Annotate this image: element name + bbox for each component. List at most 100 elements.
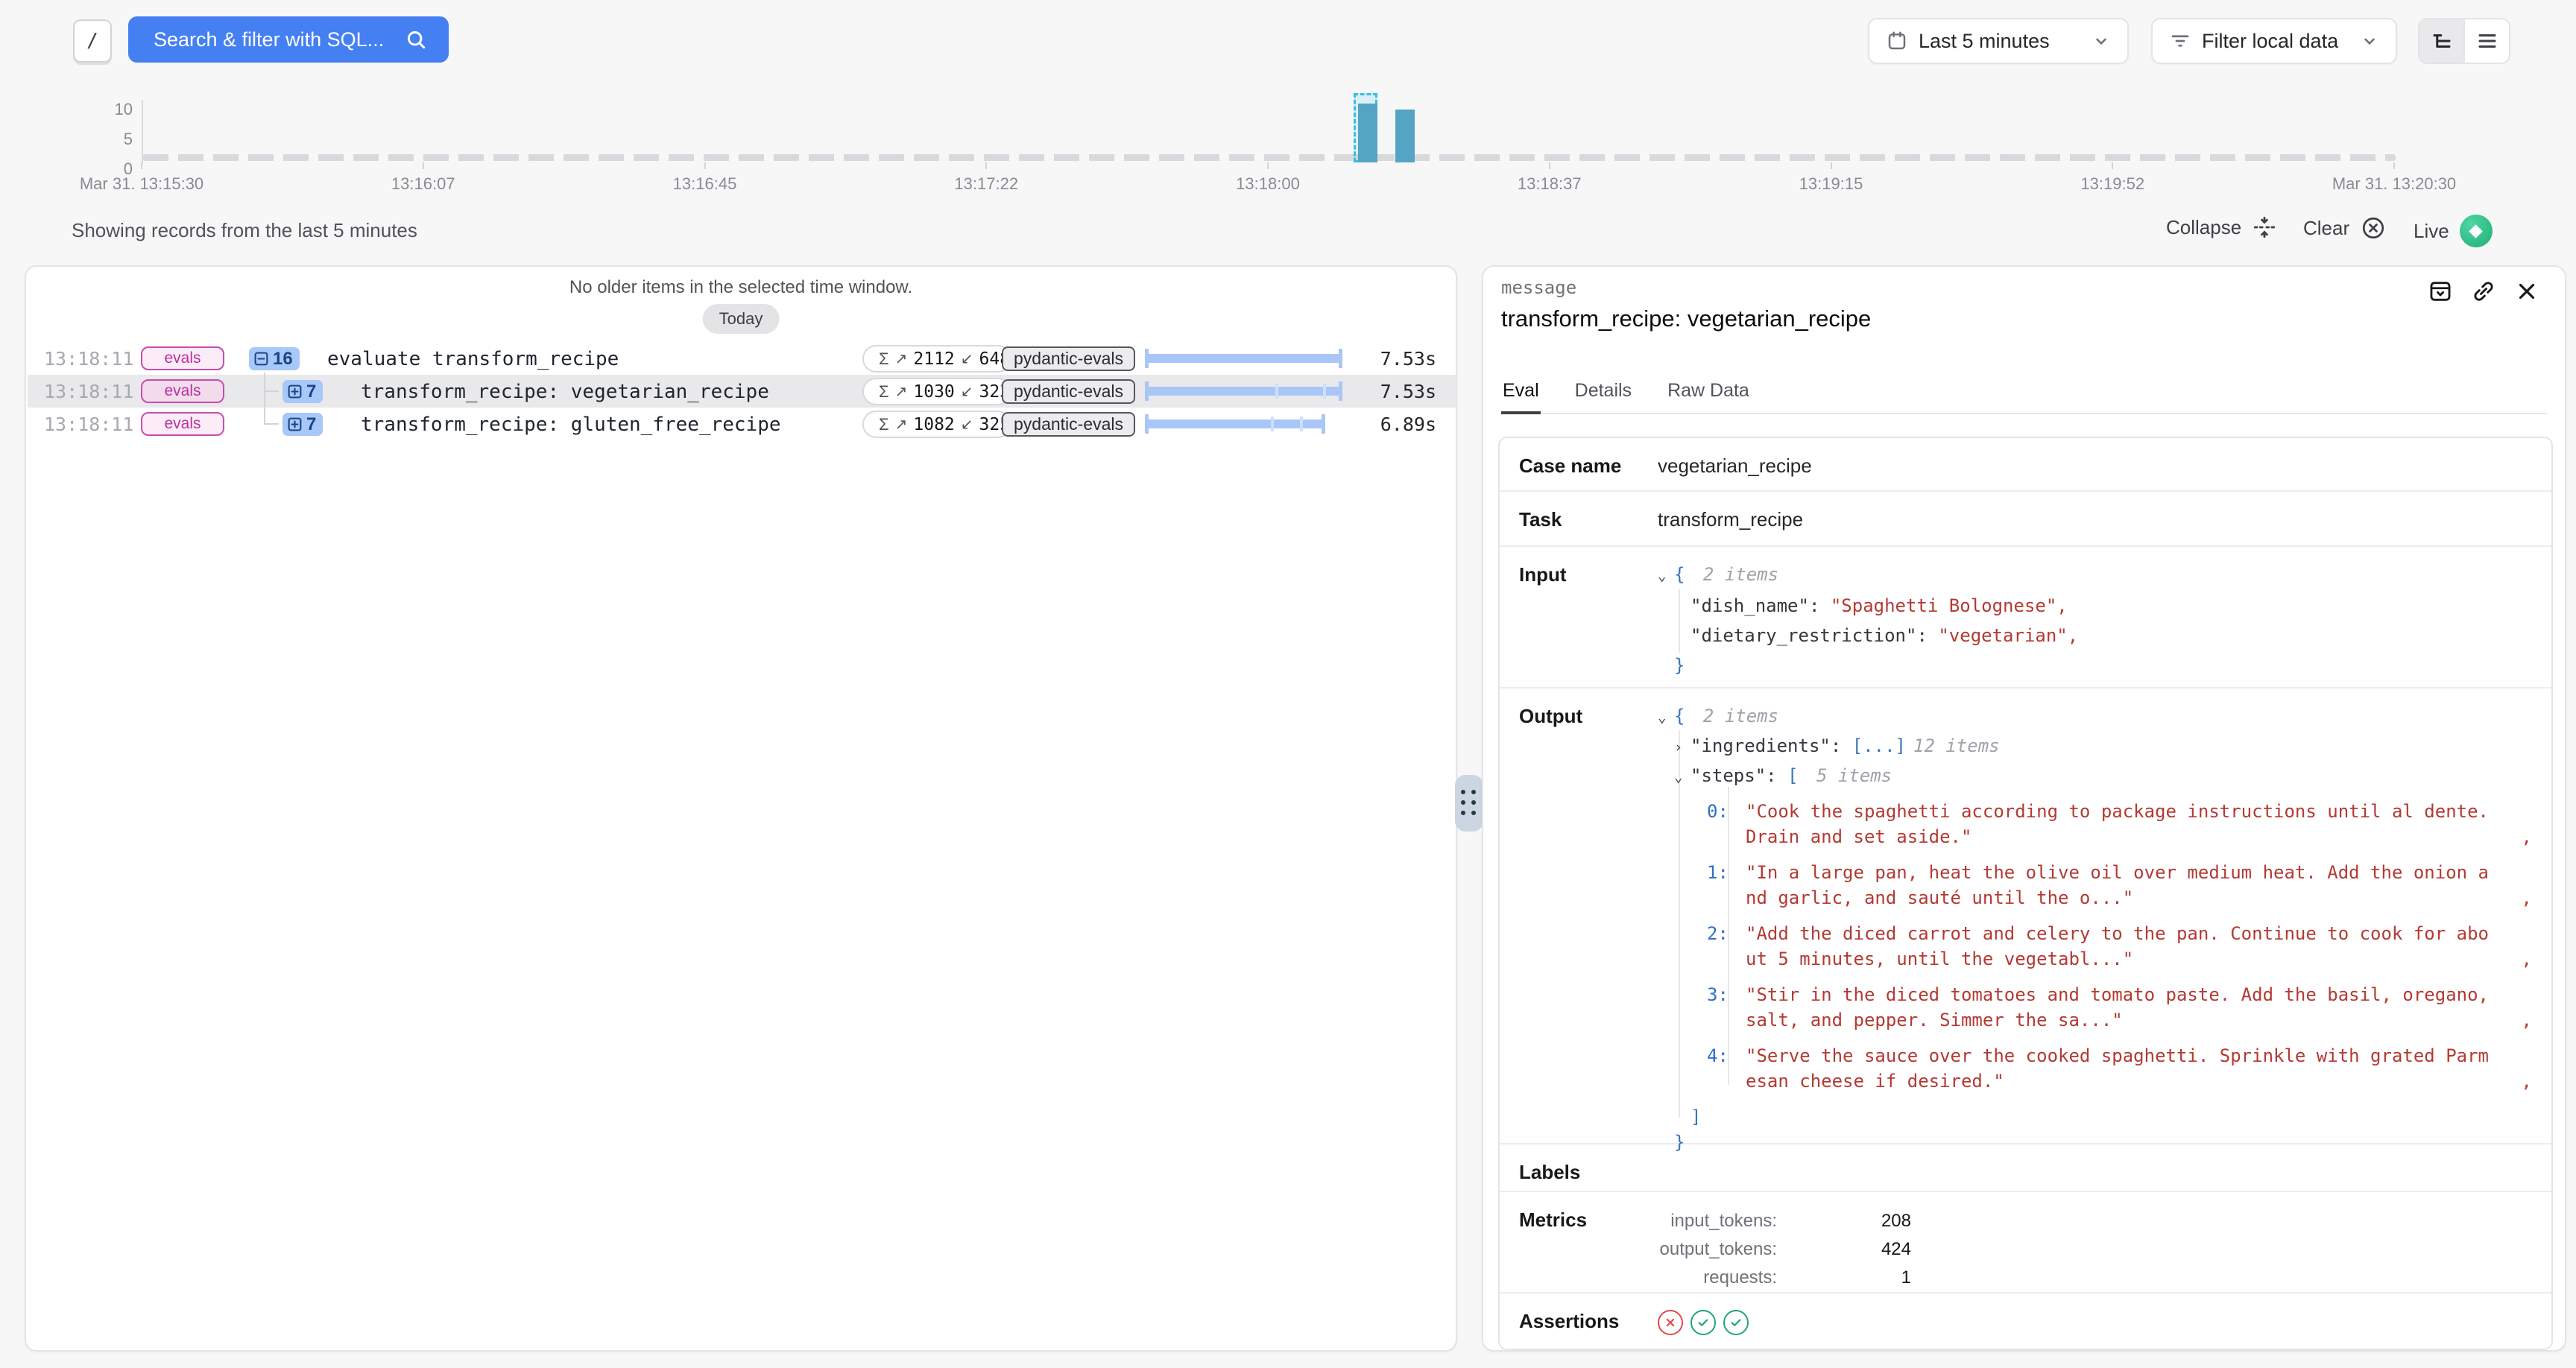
tree-view-button[interactable]	[2419, 19, 2463, 63]
span-count-badge[interactable]: 7	[282, 413, 323, 436]
output-label: Output	[1519, 703, 1658, 1128]
span-count: 7	[306, 381, 316, 402]
expand-square-icon	[287, 384, 303, 399]
records-histogram[interactable]: 1050 Mar 31. 13:15:3013:16:0713:16:4513:…	[0, 80, 2576, 200]
case-name-value: vegetarian_recipe	[1658, 453, 1812, 475]
evals-tag[interactable]: evals	[141, 379, 224, 403]
duration-bar-start-cap	[1145, 349, 1149, 368]
metric-value: 1	[1777, 1264, 1911, 1292]
x-tick-mark	[1831, 162, 1832, 169]
x-tick-mark	[2393, 162, 2395, 169]
step-item: 1:"In a large pan, heat the olive oil ov…	[1707, 860, 2532, 911]
list-view-button[interactable]	[2463, 19, 2509, 63]
detail-header-actions	[2428, 279, 2539, 304]
chevron-down-icon[interactable]: ⌄	[1658, 563, 1674, 589]
copy-link-icon[interactable]	[2471, 279, 2496, 304]
json-array-row: ⌄"steps": [ 5 items	[1674, 763, 2532, 790]
duration-bar-end-cap	[1339, 349, 1342, 368]
output-tokens-arrow-icon: ↙	[961, 382, 973, 401]
chevron-down-icon[interactable]: ⌄	[1674, 764, 1690, 790]
collapse-button[interactable]: Collapse	[2166, 215, 2277, 240]
close-icon[interactable]	[2514, 279, 2539, 304]
array-index: 0:	[1707, 799, 1746, 849]
filter-local-data-dropdown[interactable]: Filter local data	[2151, 18, 2397, 64]
sigma-icon: Σ	[879, 382, 889, 402]
trailing-comma: ,	[2522, 946, 2532, 972]
metric-line: input_tokens:208	[1658, 1207, 1911, 1235]
token-usage-pill[interactable]: Σ↗1030↙323	[862, 378, 1011, 405]
duration-bar-tick	[1275, 384, 1278, 399]
tab-eval[interactable]: Eval	[1501, 374, 1541, 414]
json-collapsed-array-row: ›"ingredients": [...]12 items	[1674, 733, 2532, 760]
dock-panel-icon[interactable]	[2428, 279, 2453, 304]
metrics-list: input_tokens:208output_tokens:424request…	[1658, 1207, 1911, 1277]
output-tokens-arrow-icon: ↙	[961, 349, 973, 368]
trailing-comma: ,	[2068, 625, 2078, 646]
tab-details[interactable]: Details	[1573, 374, 1633, 413]
trailing-comma: ,	[2522, 824, 2532, 849]
trailing-comma: ,	[2522, 885, 2532, 911]
live-toggle[interactable]: Live	[2414, 215, 2493, 247]
package-tag[interactable]: pydantic-evals	[1002, 379, 1135, 404]
x-tick-label: 13:18:37	[1518, 174, 1582, 194]
duration-bar[interactable]	[1145, 381, 1342, 401]
trace-row[interactable]: 13:18:11evals16evaluate transform_recipe…	[28, 342, 1456, 375]
span-count-badge[interactable]: 16	[249, 347, 300, 370]
step-item: 4:"Serve the sauce over the cooked spagh…	[1707, 1043, 2532, 1094]
evals-tag[interactable]: evals	[141, 412, 224, 436]
time-range-label: Last 5 minutes	[1919, 30, 2050, 53]
json-open-brace: {	[1674, 706, 1685, 726]
span-count: 16	[273, 349, 293, 370]
x-tick-label: Mar 31. 13:15:30	[80, 174, 203, 194]
metrics-row: Metrics input_tokens:208output_tokens:42…	[1500, 1192, 2551, 1293]
panel-resize-handle[interactable]	[1455, 775, 1483, 832]
histogram-bar[interactable]	[1358, 104, 1377, 162]
records-toolbar: Showing records from the last 5 minutes …	[0, 210, 2576, 252]
top-bar: / Search & filter with SQL... Last 5 min…	[0, 0, 2576, 82]
json-items-meta: 2 items	[1692, 564, 1778, 585]
span-count-badge[interactable]: 7	[282, 380, 323, 403]
json-open-brace: {	[1674, 564, 1685, 585]
json-close-bracket: ]	[1690, 1106, 1701, 1127]
trace-list-panel: No older items in the selected time wind…	[25, 265, 1457, 1352]
output-json-viewer: ⌄{ 2 items›"ingredients": [...]12 items⌄…	[1658, 703, 2532, 1128]
json-line: ⌄{ 2 items	[1658, 562, 2532, 589]
search-placeholder: Search & filter with SQL...	[154, 28, 384, 51]
baseline-dashes	[143, 154, 2396, 161]
trace-row[interactable]: 13:18:11evals7transform_recipe: vegetari…	[28, 375, 1456, 408]
assertion-fail-icon	[1658, 1310, 1683, 1335]
token-usage-pill[interactable]: Σ↗1082↙325	[862, 411, 1011, 438]
package-tag[interactable]: pydantic-evals	[1002, 346, 1135, 371]
output-row: Output ⌄{ 2 items›"ingredients": [...]12…	[1500, 688, 2551, 1144]
json-key: "ingredients"	[1690, 735, 1831, 756]
input-tokens-count: 1030	[913, 382, 954, 402]
duration-bar[interactable]	[1145, 414, 1325, 434]
token-usage-pill[interactable]: Σ↗2112↙648	[862, 345, 1011, 373]
json-string-value: "vegetarian"	[1938, 625, 2067, 646]
chevron-right-icon[interactable]: ›	[1674, 735, 1690, 760]
tab-raw-data[interactable]: Raw Data	[1666, 374, 1751, 413]
evals-tag[interactable]: evals	[141, 346, 224, 370]
detail-panel: message transform_recipe: vegetarian_rec…	[1482, 265, 2566, 1352]
time-range-dropdown[interactable]: Last 5 minutes	[1868, 18, 2129, 64]
json-entry: "dietary_restriction": "vegetarian",	[1690, 623, 2532, 648]
metric-value: 208	[1777, 1207, 1911, 1235]
trace-row[interactable]: 13:18:11evals7transform_recipe: gluten_f…	[28, 408, 1456, 440]
duration-bar-tick	[1271, 417, 1274, 431]
clear-button[interactable]: Clear	[2303, 215, 2387, 241]
package-tag[interactable]: pydantic-evals	[1002, 412, 1135, 437]
search-button[interactable]: Search & filter with SQL...	[128, 16, 449, 63]
histogram-bar[interactable]	[1395, 110, 1415, 162]
assertions-label: Assertions	[1519, 1308, 1658, 1337]
x-tick-label: 13:17:22	[954, 174, 1018, 194]
string-line: "In a large pan, heat the olive oil over…	[1746, 860, 2489, 885]
span-count: 7	[306, 414, 316, 435]
clear-label: Clear	[2303, 217, 2349, 240]
chevron-down-icon[interactable]: ⌄	[1658, 705, 1674, 730]
input-tokens-arrow-icon: ↗	[895, 349, 908, 368]
input-tokens-count: 1082	[913, 415, 954, 434]
x-tick-label: 13:19:52	[2080, 174, 2144, 194]
duration-bar[interactable]	[1145, 349, 1342, 368]
row-timestamp: 13:18:11	[44, 348, 133, 370]
row-timestamp: 13:18:11	[44, 381, 133, 402]
